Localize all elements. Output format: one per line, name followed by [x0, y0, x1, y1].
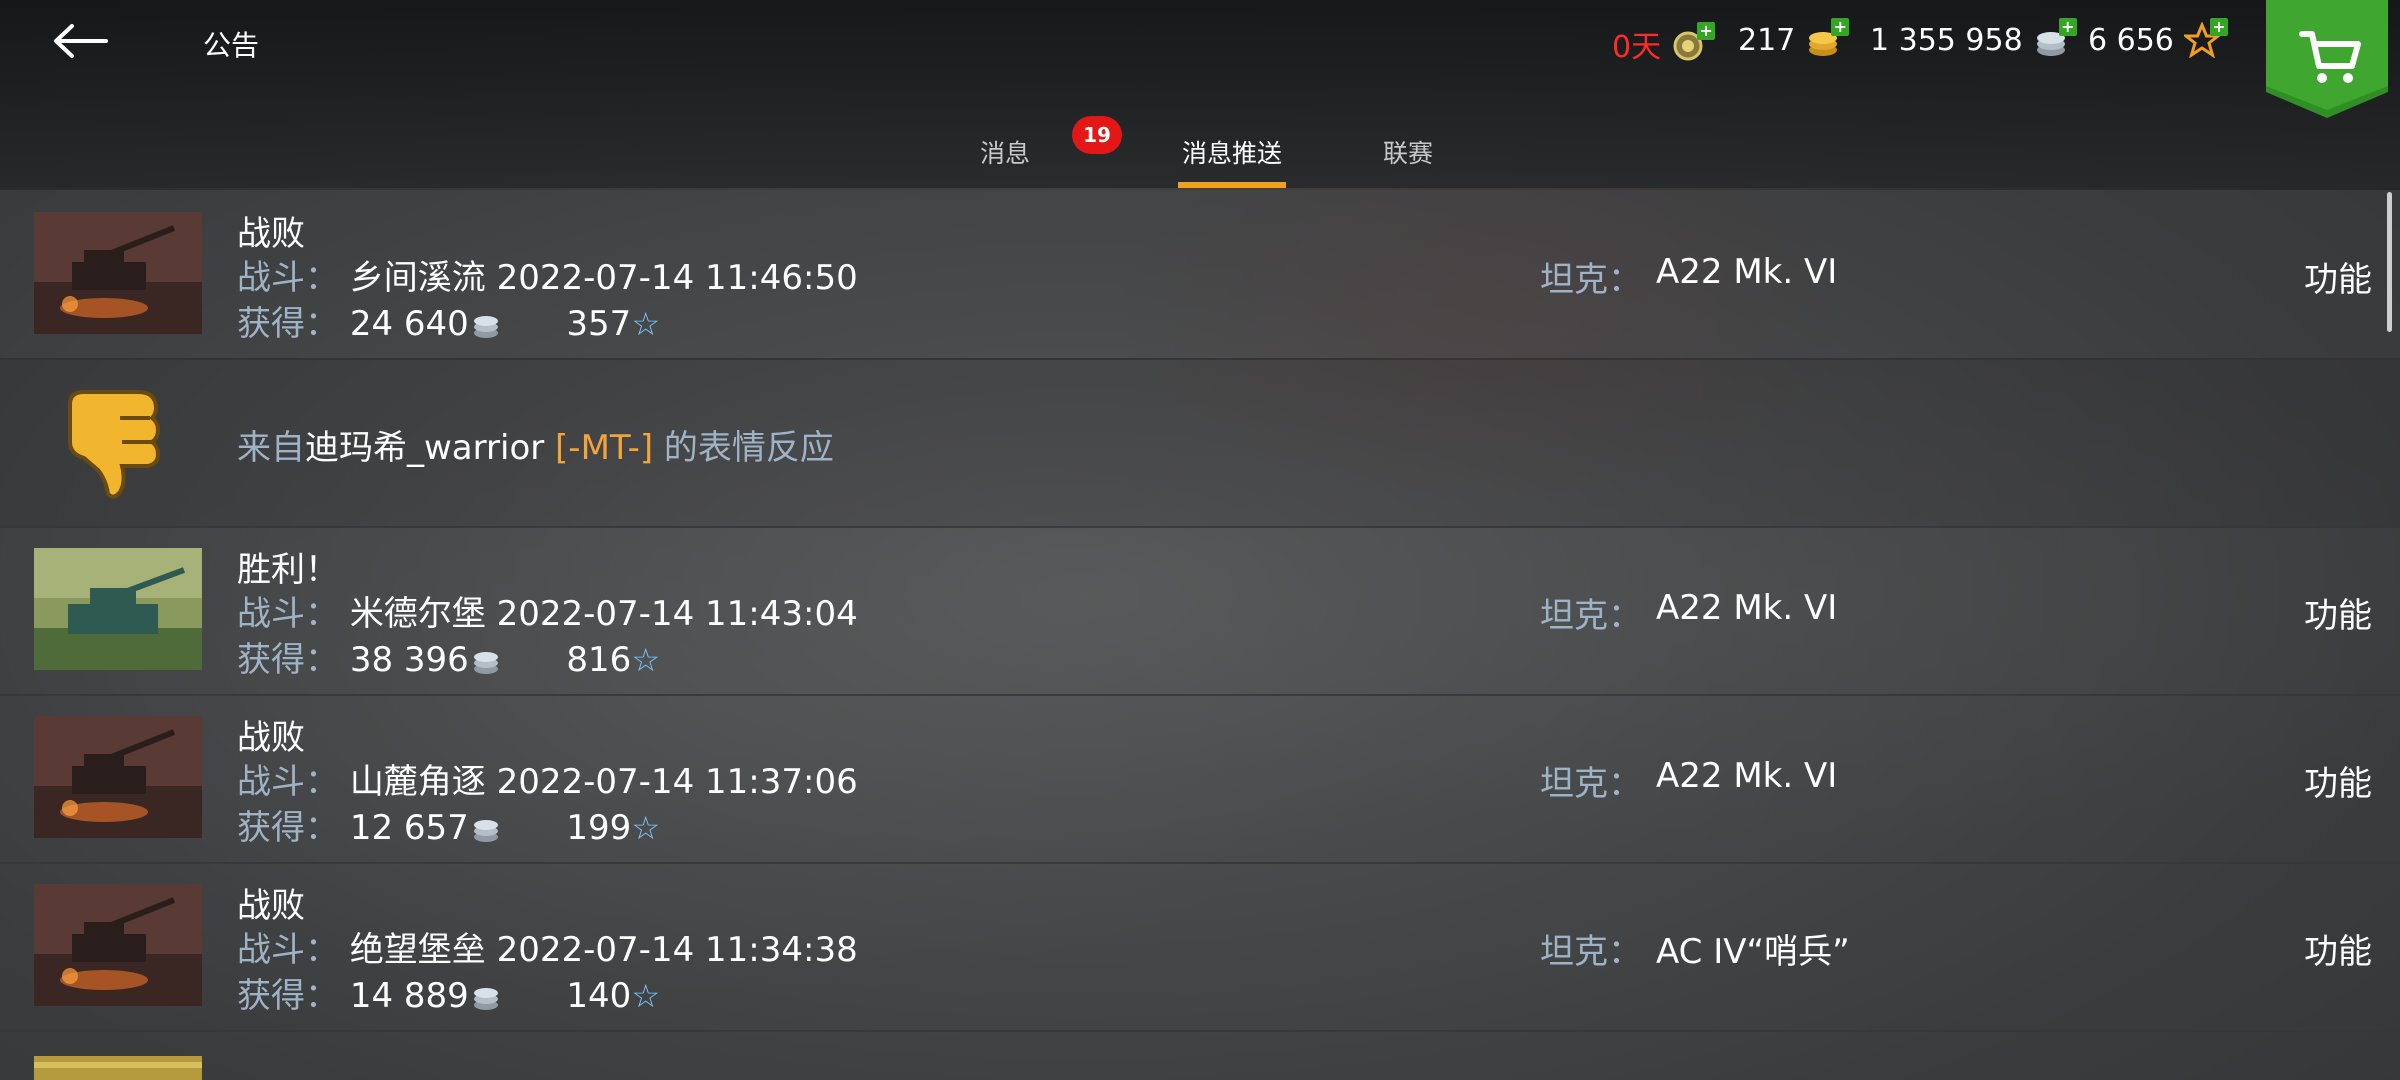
battle-message-row[interactable]: 胜利！ 战斗： 米德尔堡 2022-07-14 11:43:04 获得： 38 …	[0, 526, 2400, 696]
battle-result: 胜利！	[237, 550, 339, 590]
tank-name: A22 Mk. VI	[1656, 756, 1838, 796]
function-button[interactable]: 功能	[2304, 252, 2372, 301]
silver-coins-icon	[473, 987, 498, 1010]
xp-earned: 140	[566, 976, 632, 1016]
function-button[interactable]: 功能	[2304, 924, 2372, 973]
active-tab-indicator	[1178, 182, 1286, 188]
function-button[interactable]: 功能	[2304, 756, 2372, 805]
silver-coins-icon	[473, 315, 498, 338]
thumbs-down-icon	[68, 390, 161, 499]
battle-message-row[interactable]: 战败 战斗： 乡间溪流 2022-07-14 11:46:50 获得： 24 6…	[0, 190, 2400, 360]
reaction-prefix: 来自	[237, 428, 305, 468]
tab-push-notifications[interactable]: 消息推送	[1182, 134, 1282, 170]
premium-days-counter[interactable]: 0天 +	[1612, 22, 1716, 66]
tank-name: A22 Mk. VI	[1656, 588, 1838, 628]
tank-label: 坦克：	[1540, 932, 1642, 972]
defeat-tank-thumbnail	[34, 884, 202, 1006]
tank-name: AC IV“哨兵”	[1656, 932, 1850, 972]
reaction-suffix: 的表情反应	[663, 428, 834, 468]
battle-result: 战败	[237, 886, 305, 926]
xp-star-icon: ☆	[631, 977, 660, 1015]
battle-info: 战斗： 绝望堡垒 2022-07-14 11:34:38	[237, 922, 858, 971]
reaction-message-row[interactable]: 来自迪玛希_warrior [-MT-] 的表情反应	[0, 358, 2400, 528]
battle-info: 战斗： 乡间溪流 2022-07-14 11:46:50	[237, 250, 858, 299]
battle-info: 战斗： 米德尔堡 2022-07-14 11:43:04	[237, 586, 858, 635]
earned-label: 获得：	[237, 304, 339, 344]
clan-tag: [-MT-]	[555, 428, 654, 468]
credits-earned: 38 396	[349, 640, 469, 680]
defeat-tank-thumbnail	[34, 212, 202, 334]
battle-label: 战斗：	[237, 594, 339, 634]
battle-map: 乡间溪流	[349, 258, 486, 298]
scrollbar[interactable]	[2387, 192, 2392, 332]
battle-label: 战斗：	[237, 258, 339, 298]
gold-value: 217	[1738, 22, 1796, 58]
gold-counter[interactable]: 217 +	[1738, 18, 1850, 58]
victory-tank-thumbnail	[34, 548, 202, 670]
tank-label: 坦克：	[1540, 260, 1642, 300]
battle-datetime: 2022-07-14 11:43:04	[496, 594, 858, 634]
battle-label: 战斗：	[237, 762, 339, 802]
battle-datetime: 2022-07-14 11:34:38	[496, 930, 858, 970]
free-xp-counter[interactable]: 6 656 +	[2088, 18, 2228, 59]
battle-info: 战斗： 山麓角逐 2022-07-14 11:37:06	[237, 754, 858, 803]
credits-earned: 24 640	[349, 304, 469, 344]
earnings-info: 获得： 12 657 199☆	[237, 800, 660, 849]
xp-earned: 357	[566, 304, 632, 344]
battle-map: 山麓角逐	[349, 762, 486, 802]
unread-badge: 19	[1072, 116, 1122, 154]
earnings-info: 获得： 24 640 357☆	[237, 296, 660, 345]
tank-thumbnail-partial	[34, 1056, 202, 1080]
xp-star-icon: ☆	[631, 305, 660, 343]
xp-star-icon: ☆	[631, 641, 660, 679]
function-button[interactable]: 功能	[2304, 588, 2372, 637]
battle-result: 战败	[237, 718, 305, 758]
tab-messages[interactable]: 消息	[980, 134, 1030, 170]
xp-star-icon: ☆	[631, 809, 660, 847]
credits-earned: 12 657	[349, 808, 469, 848]
battle-result: 战败	[237, 214, 305, 254]
battle-message-row[interactable]: 战败 战斗： 山麓角逐 2022-07-14 11:37:06 获得： 12 6…	[0, 694, 2400, 864]
back-arrow-icon[interactable]	[50, 18, 110, 64]
premium-days-icon: +	[1671, 22, 1716, 62]
earnings-info: 获得： 14 889 140☆	[237, 968, 660, 1017]
credits-earned: 14 889	[349, 976, 469, 1016]
silver-counter[interactable]: 1 355 958 +	[1870, 18, 2077, 58]
top-bar: 公告 0天 + 217 + 1 355 958 + 6 656 + 消息 19 …	[0, 0, 2400, 188]
xp-earned: 199	[566, 808, 632, 848]
defeat-tank-thumbnail	[34, 716, 202, 838]
shopping-cart-icon[interactable]	[2266, 0, 2388, 118]
premium-days-value: 0天	[1612, 30, 1662, 65]
free-xp-value: 6 656	[2088, 22, 2174, 58]
earned-label: 获得：	[237, 976, 339, 1016]
battle-map: 绝望堡垒	[349, 930, 486, 970]
free-xp-star-icon: +	[2181, 18, 2228, 59]
page-title: 公告	[203, 29, 260, 62]
reaction-text: 来自迪玛希_warrior [-MT-] 的表情反应	[237, 420, 834, 469]
silver-value: 1 355 958	[1870, 22, 2023, 58]
xp-earned: 816	[566, 640, 632, 680]
battle-datetime: 2022-07-14 11:46:50	[496, 258, 858, 298]
earned-label: 获得：	[237, 808, 339, 848]
tank-name: A22 Mk. VI	[1656, 252, 1838, 292]
earned-label: 获得：	[237, 640, 339, 680]
battle-message-row[interactable]: 战败 战斗： 绝望堡垒 2022-07-14 11:34:38 获得： 14 8…	[0, 862, 2400, 1032]
battle-map: 米德尔堡	[349, 594, 486, 634]
silver-coins-icon: +	[2033, 18, 2077, 58]
tab-league[interactable]: 联赛	[1383, 134, 1433, 170]
tank-label: 坦克：	[1540, 764, 1642, 804]
battle-label: 战斗：	[237, 930, 339, 970]
earnings-info: 获得： 38 396 816☆	[237, 632, 660, 681]
battle-datetime: 2022-07-14 11:37:06	[496, 762, 858, 802]
tank-label: 坦克：	[1540, 596, 1642, 636]
gold-coins-icon: +	[1805, 18, 1850, 58]
silver-coins-icon	[473, 651, 498, 674]
battle-message-row-partial[interactable]	[0, 1030, 2400, 1080]
player-name: 迪玛希_warrior	[305, 428, 545, 468]
silver-coins-icon	[473, 819, 498, 842]
